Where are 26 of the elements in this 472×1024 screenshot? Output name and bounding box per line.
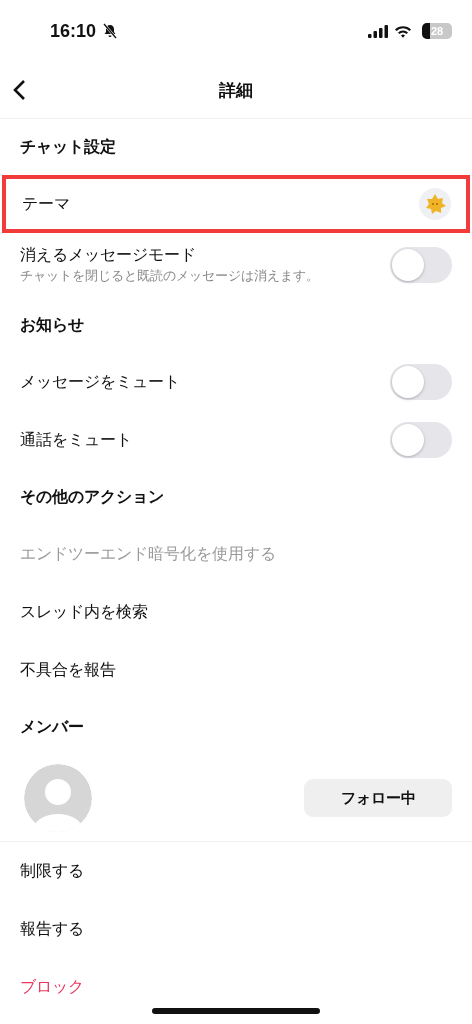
action-link[interactable]: 制限する [20, 860, 84, 882]
bell-muted-icon [102, 23, 119, 39]
avatar-icon [24, 764, 92, 832]
signal-icon [368, 24, 388, 38]
toggle-switch[interactable] [390, 247, 452, 283]
theme-row[interactable]: テーマ [2, 175, 470, 233]
action-link[interactable]: ブロック [20, 976, 84, 998]
sun-theme-icon [418, 187, 452, 221]
following-button[interactable]: フォロー中 [304, 779, 452, 817]
section-heading: お知らせ [19, 313, 85, 336]
page-title: 詳細 [219, 78, 253, 102]
section-heading: メンバー [19, 715, 85, 738]
action-link[interactable]: 報告する [20, 918, 84, 940]
section-heading: その他のアクション [19, 485, 165, 508]
action-link[interactable]: 不具合を報告 [20, 659, 116, 681]
setting-label: 消えるメッセージモード [20, 245, 197, 266]
section-heading: チャット設定 [19, 135, 117, 158]
back-icon[interactable] [12, 79, 26, 101]
toggle-switch[interactable] [390, 364, 452, 400]
setting-description: チャットを閉じると既読のメッセージは消えます。 [20, 268, 319, 285]
status-time: 16:10 [50, 20, 97, 42]
setting-label: メッセージをミュート [20, 371, 180, 393]
setting-label: 通話をミュート [20, 429, 132, 451]
wifi-icon [394, 24, 412, 38]
toggle-switch[interactable] [390, 422, 452, 458]
action-link[interactable]: スレッド内を検索 [20, 601, 148, 623]
